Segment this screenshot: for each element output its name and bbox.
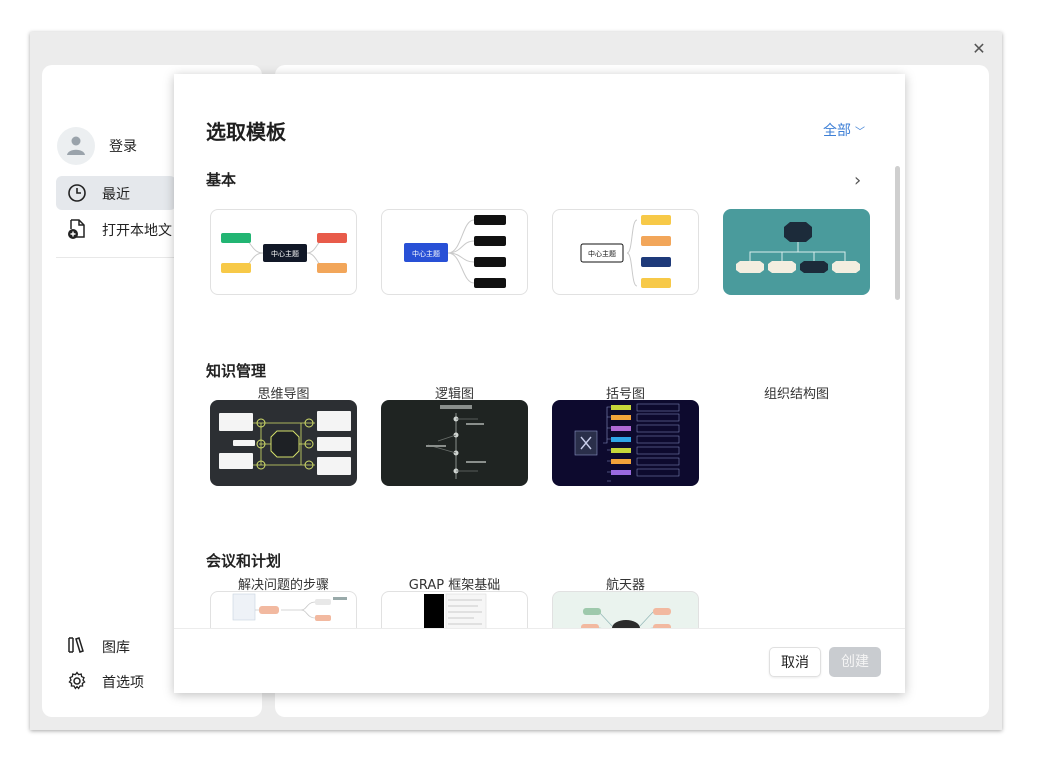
template-card-meeting-2[interactable]: [381, 591, 528, 628]
brace-map-thumbnail: 中心主题: [580, 215, 671, 288]
template-card-problem-solving[interactable]: [210, 400, 357, 486]
center-topic-text: 中心主题: [588, 249, 616, 258]
template-card-spacecraft[interactable]: [552, 400, 699, 486]
login-link[interactable]: 登录: [109, 136, 137, 156]
cancel-button[interactable]: 取消: [769, 647, 821, 677]
sidebar-item-recent-label: 最近: [102, 187, 130, 203]
meeting-thumbnail-2: [424, 593, 487, 628]
section-title-basic: 基本: [206, 171, 237, 189]
avatar[interactable]: [57, 127, 95, 165]
scrollbar[interactable]: [895, 166, 900, 300]
user-icon: [67, 136, 85, 155]
footer-divider: [174, 628, 905, 629]
template-card-meeting-1[interactable]: [210, 591, 357, 628]
template-card-mindmap[interactable]: 中心主题: [210, 209, 357, 295]
meeting-thumbnail-1: [232, 593, 347, 621]
template-dialog: 选取模板 全部 ﹀ 基本 › 中心主题 思维导图 中心主题 逻辑图 中心主题 括…: [174, 74, 905, 693]
spacecraft-thumbnail: [574, 403, 680, 482]
close-icon[interactable]: ✕: [970, 40, 988, 58]
chevron-right-icon[interactable]: ›: [854, 170, 861, 191]
template-card-org-chart[interactable]: [723, 209, 870, 295]
template-card-meeting-3[interactable]: [552, 591, 699, 628]
section-title-knowledge: 知识管理: [206, 362, 267, 380]
create-button[interactable]: 创建: [829, 647, 881, 677]
problem-solving-thumbnail: [219, 411, 351, 475]
gear-icon[interactable]: [67, 671, 87, 691]
center-topic-text: 中心主题: [271, 249, 299, 258]
clock-icon: [68, 184, 86, 202]
sidebar-divider: [56, 257, 176, 258]
mindmap-thumbnail: 中心主题: [221, 233, 347, 273]
chevron-down-icon: ﹀: [855, 127, 865, 138]
sidebar-item-library-label[interactable]: 图库: [102, 637, 130, 657]
template-label-org-chart: 组织结构图: [763, 387, 829, 402]
category-filter[interactable]: 全部 ﹀: [823, 120, 865, 140]
logic-chart-thumbnail: 中心主题: [404, 215, 506, 288]
dialog-title: 选取模板: [206, 120, 286, 144]
library-icon[interactable]: [67, 636, 87, 654]
section-title-meetings: 会议和计划: [206, 552, 282, 570]
template-list[interactable]: 基本 › 中心主题 思维导图 中心主题 逻辑图 中心主题 括号图 组织结构图 知…: [174, 162, 905, 628]
template-card-grap[interactable]: [381, 400, 528, 486]
sidebar-item-preferences-label[interactable]: 首选项: [102, 672, 144, 692]
category-filter-label: 全部: [823, 123, 851, 139]
grap-framework-thumbnail: [426, 405, 486, 479]
open-file-icon[interactable]: [67, 218, 87, 240]
org-chart-thumbnail: [736, 222, 860, 273]
meeting-thumbnail-3: [581, 608, 671, 628]
template-card-brace[interactable]: 中心主题: [552, 209, 699, 295]
sidebar-item-open-local-label[interactable]: 打开本地文: [102, 220, 172, 240]
center-topic-text: 中心主题: [412, 249, 440, 258]
template-card-logic[interactable]: 中心主题: [381, 209, 528, 295]
